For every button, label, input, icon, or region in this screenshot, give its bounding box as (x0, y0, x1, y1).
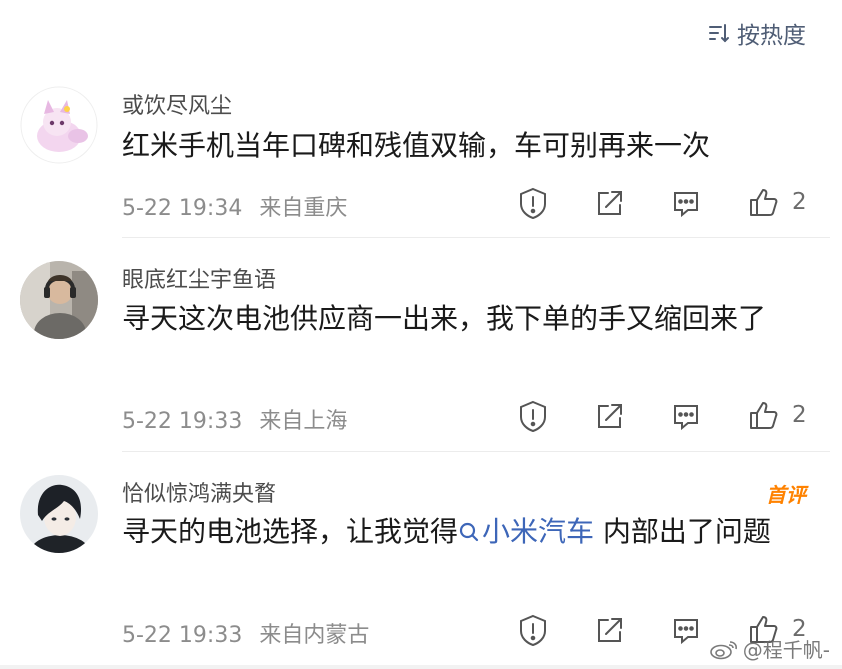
comment-text: 红米手机当年口碑和残值双输，车可别再来一次 (122, 129, 711, 162)
report-button[interactable] (515, 185, 551, 221)
sort-label: 按热度 (737, 23, 806, 49)
share-button[interactable] (592, 612, 628, 648)
comment-meta: 5-22 19:33 来自内蒙古 (122, 617, 369, 649)
report-button[interactable] (515, 612, 551, 648)
location: 来自重庆 (259, 196, 348, 221)
divider (122, 237, 830, 238)
share-icon (598, 404, 622, 428)
comment-bubble-icon (674, 405, 698, 431)
share-icon (598, 191, 622, 215)
username[interactable]: 眼底红尘宇鱼语 (122, 262, 276, 294)
timestamp: 5-22 19:33 (122, 409, 243, 434)
share-icon (598, 618, 622, 642)
avatar[interactable] (20, 261, 98, 339)
comment-text: 寻天这次电池供应商一出来，我下单的手又缩回来了 (122, 302, 767, 335)
avatar[interactable] (20, 475, 98, 553)
weibo-logo-icon (709, 640, 737, 659)
report-icon (520, 400, 546, 433)
username[interactable]: 恰似惊鸿满央瞀 (122, 476, 276, 508)
reply-button[interactable] (668, 185, 704, 221)
reply-button[interactable] (668, 398, 704, 434)
sort-by-hotness-button[interactable]: 按热度 (707, 16, 806, 50)
report-icon (520, 187, 546, 220)
share-button[interactable] (592, 398, 628, 434)
comment-bubble-icon (674, 192, 698, 218)
comment-text-part: 内部出了问题 (594, 515, 771, 548)
username[interactable]: 或饮尽风尘 (122, 88, 232, 120)
fox-avatar-image (20, 86, 98, 164)
topic-link[interactable]: 小米汽车 (458, 515, 594, 548)
timestamp: 5-22 19:34 (122, 196, 243, 221)
thumbs-up-icon (750, 402, 778, 429)
comment-text: 寻天的电池选择，让我觉得 小米汽车 内部出了问题 (122, 510, 812, 553)
like-button[interactable] (746, 185, 782, 221)
like-button[interactable] (746, 398, 782, 434)
weibo-watermark: @程千帆- (709, 634, 830, 663)
search-icon (459, 522, 479, 542)
comment-text-part: 寻天的电池选择，让我觉得 (122, 515, 459, 548)
topic-link-label: 小米汽车 (482, 515, 595, 548)
share-button[interactable] (592, 185, 628, 221)
report-button[interactable] (515, 398, 551, 434)
avatar[interactable] (20, 86, 98, 164)
watermark-text: @程千帆- (742, 638, 830, 662)
reply-button[interactable] (668, 612, 704, 648)
like-count: 2 (792, 189, 807, 215)
comment-meta: 5-22 19:33 来自上海 (122, 403, 347, 435)
anime-boy-avatar-image (20, 475, 98, 553)
sort-icon (709, 24, 729, 43)
timestamp: 5-22 19:33 (122, 623, 243, 648)
bottom-edge (0, 665, 842, 669)
comment-bubble-icon (674, 619, 698, 645)
comment-meta: 5-22 19:34 来自重庆 (122, 190, 347, 222)
headphones-person-avatar-image (20, 261, 98, 339)
like-count: 2 (792, 402, 807, 428)
location: 来自上海 (259, 409, 348, 434)
report-icon (520, 614, 546, 647)
first-comment-badge: 首评 (766, 483, 806, 507)
divider (122, 451, 830, 452)
thumbs-up-icon (750, 189, 778, 216)
location: 来自内蒙古 (259, 623, 370, 648)
